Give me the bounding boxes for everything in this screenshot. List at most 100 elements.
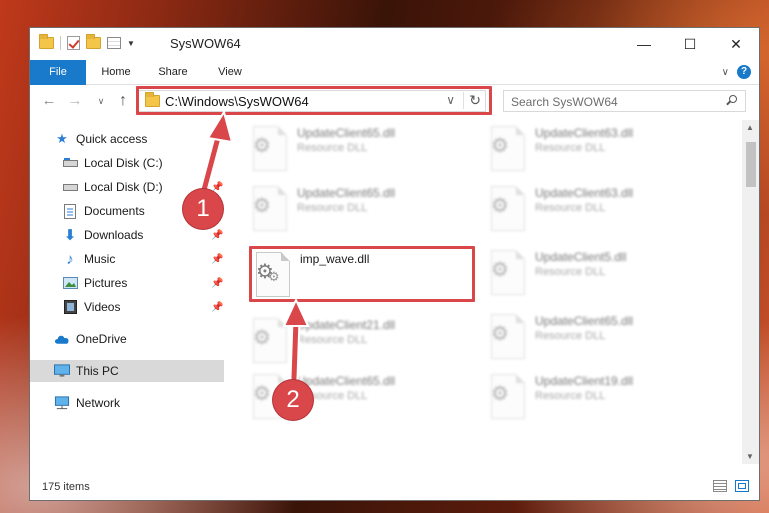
sidebar-item-label: Pictures [84,276,128,290]
sidebar-item-local-disk-c[interactable]: Local Disk (C:) [30,152,224,174]
ribbon-tabs: File Home Share View ∨ ? [30,60,759,85]
file-type: Resource DLL [297,142,368,154]
toolbar-divider [60,36,61,50]
forward-button[interactable]: → [66,92,84,110]
up-button[interactable]: ↑ [114,92,132,110]
expand-ribbon-chevron-icon[interactable]: ∨ [722,67,729,78]
minimize-button[interactable]: — [621,28,667,60]
small-gear-icon: ⚙ [268,269,280,284]
file-name: UpdateClient65.dll [297,374,396,388]
file-name: UpdateClient63.dll [535,186,634,200]
sidebar-item-label: Music [84,252,116,266]
title-bar: ▼ SysWOW64 — ☐ ✕ [30,28,759,60]
item-count: 175 items [42,481,90,493]
maximize-button[interactable]: ☐ [667,28,713,60]
sidebar-item-network[interactable]: Network [30,392,224,414]
recent-locations-chevron-icon[interactable]: ∨ [92,92,110,110]
sidebar-item-videos[interactable]: Videos 📌 [30,296,224,318]
file-tile-imp-wave[interactable]: ⚙ ⚙ imp_wave.dll [250,248,470,304]
address-dropdown-chevron-icon[interactable]: ∨ [446,93,455,107]
sidebar-item-label: OneDrive [76,332,127,346]
sidebar-item-quick-access[interactable]: ★ Quick access [30,128,224,150]
step-2-badge: 2 [273,380,313,420]
tiles-view-icon[interactable] [735,480,749,492]
network-icon [54,395,70,411]
file-tile[interactable]: ⚙ UpdateClient65.dll Resource DLL [247,122,467,178]
sidebar-item-this-pc[interactable]: This PC [30,360,224,382]
file-tile[interactable]: ⚙ UpdateClient63.dll Resource DLL [485,182,705,238]
scroll-down-arrow-icon[interactable]: ▼ [746,452,754,461]
file-explorer-window: ▼ SysWOW64 — ☐ ✕ File Home Share View ∨ … [29,27,760,501]
file-tile[interactable]: ⚙ UpdateClient19.dll Resource DLL [485,370,705,426]
sidebar-item-music[interactable]: ♪ Music 📌 [30,248,224,270]
properties-check-icon[interactable] [67,36,80,50]
file-type: Resource DLL [535,202,606,214]
gear-icon: ⚙ [253,327,271,349]
status-bar: 175 items [30,476,759,500]
navigation-pane: ★ Quick access Local Disk (C:) Local Dis… [30,120,226,464]
gear-icon: ⚙ [491,383,509,405]
file-name: UpdateClient5.dll [535,250,627,264]
pin-icon[interactable]: 📌 [211,278,223,289]
gear-icon: ⚙ [253,135,271,157]
file-type: Resource DLL [535,390,606,402]
tab-share[interactable]: Share [151,60,195,85]
help-icon[interactable]: ? [737,65,751,79]
file-tile[interactable]: ⚙ UpdateClient65.dll Resource DLL [247,182,467,238]
pin-icon[interactable]: 📌 [211,302,223,313]
pin-icon[interactable]: 📌 [211,254,223,265]
file-tile[interactable]: ⚙ UpdateClient21.dll Resource DLL [247,314,467,370]
sidebar-item-pictures[interactable]: Pictures 📌 [30,272,224,294]
file-name: UpdateClient19.dll [535,374,634,388]
download-icon: ⬇ [63,227,77,244]
file-tile[interactable]: ⚙ UpdateClient5.dll Resource DLL [485,246,705,302]
file-name: UpdateClient65.dll [535,314,634,328]
address-path[interactable]: C:\Windows\SysWOW64 [165,94,309,109]
address-bar[interactable]: C:\Windows\SysWOW64 ∨ ↻ [138,90,486,112]
scrollbar-thumb[interactable] [746,142,756,187]
tab-file[interactable]: File [30,60,86,85]
file-name: UpdateClient63.dll [535,126,634,140]
search-icon[interactable] [726,95,737,106]
gear-icon: ⚙ [491,323,509,345]
sidebar-item-label: Network [76,396,121,410]
sidebar-item-label: Documents [84,204,145,218]
tab-home[interactable]: Home [94,60,138,85]
file-tile[interactable]: ⚙ UpdateClient63.dll Resource DLL [485,122,705,178]
gear-icon: ⚙ [491,195,509,217]
new-folder-icon[interactable] [86,34,101,49]
computer-icon [54,363,70,379]
document-icon [62,203,78,219]
details-view-icon[interactable] [713,480,727,492]
back-button[interactable]: ← [40,92,58,110]
properties-icon[interactable] [107,37,121,49]
tab-view[interactable]: View [208,60,252,85]
cloud-icon [54,331,70,347]
sidebar-item-label: Quick access [76,132,148,146]
file-type: Resource DLL [297,202,368,214]
view-toggle [713,480,749,492]
search-placeholder: Search SysWOW64 [511,95,618,109]
file-name: UpdateClient21.dll [297,318,396,332]
refresh-icon[interactable]: ↻ [463,92,481,109]
file-type: Resource DLL [535,142,606,154]
ribbon-right-controls: ∨ ? [722,65,751,79]
step-1-badge: 1 [183,189,223,229]
sidebar-item-label: This PC [76,364,119,378]
scroll-up-arrow-icon[interactable]: ▲ [746,123,754,132]
address-folder-icon [145,92,160,107]
customize-toolbar-chevron-icon[interactable]: ▼ [127,39,135,48]
file-name: UpdateClient65.dll [297,126,396,140]
close-button[interactable]: ✕ [713,28,759,60]
pin-icon[interactable]: 📌 [211,230,223,241]
file-name: imp_wave.dll [300,252,370,266]
sidebar-item-onedrive[interactable]: OneDrive [30,328,224,350]
folder-icon[interactable] [39,34,54,49]
gear-icon: ⚙ [253,195,271,217]
search-input[interactable]: Search SysWOW64 [503,90,746,112]
file-tile[interactable]: ⚙ UpdateClient65.dll Resource DLL [485,310,705,366]
vertical-scrollbar[interactable]: ▲ ▼ [742,120,759,464]
gear-icon: ⚙ [491,259,509,281]
sidebar-item-label: Downloads [84,228,144,242]
window-controls: — ☐ ✕ [621,28,759,60]
